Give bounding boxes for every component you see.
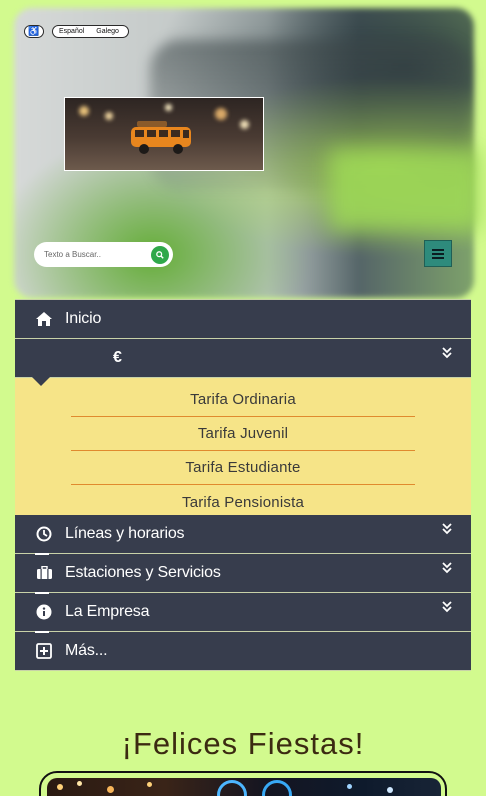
nav-item-label: Más... [65, 642, 108, 659]
hamburger-icon [432, 252, 444, 255]
hero-header: ♿ Español Galego [0, 0, 486, 300]
site-logo[interactable] [64, 97, 264, 171]
banner-frame[interactable] [39, 771, 447, 796]
hamburger-icon [432, 248, 444, 251]
plus-square-icon [35, 642, 53, 660]
submenu-item-tarifa-juvenil[interactable]: Tarifa Juvenil [71, 417, 415, 451]
light-ring [262, 780, 292, 796]
banner-title: ¡Felices Fiestas! [121, 726, 365, 761]
nav-item-tick [35, 553, 49, 555]
home-icon [35, 310, 53, 328]
light-ring [217, 780, 247, 796]
nav-item-label: Líneas y horarios [65, 525, 185, 542]
nav-item-label: Inicio [65, 310, 102, 327]
light-dot [147, 782, 152, 787]
nav-item-lineas-horarios[interactable]: Líneas y horarios [15, 515, 471, 554]
double-chevron-down-icon [442, 523, 452, 535]
hero-green-blur [330, 150, 480, 230]
hamburger-menu-button[interactable] [424, 240, 452, 267]
nav-item-la-empresa[interactable]: La Empresa [15, 592, 471, 632]
nav-item-mas[interactable]: Más... [15, 631, 471, 671]
nav-item-tick [35, 631, 49, 633]
main-navigation: Inicio € Tarifa Ordinaria Tarifa Juvenil… [15, 299, 471, 671]
info-icon [35, 603, 53, 621]
nav-item-label: Estaciones y Servicios [65, 564, 221, 581]
nav-item-estaciones-servicios[interactable]: Estaciones y Servicios [15, 553, 471, 593]
briefcase-icon [35, 564, 53, 582]
euro-icon: € [113, 349, 122, 366]
tarifas-submenu: Tarifa Ordinaria Tarifa Juvenil Tarifa E… [15, 378, 471, 515]
search-bar [34, 242, 173, 267]
nav-item-tick [35, 592, 49, 594]
accessibility-button[interactable]: ♿ [24, 25, 44, 38]
wheelchair-icon: ♿ [28, 26, 40, 36]
double-chevron-down-icon [442, 562, 452, 574]
submenu-item-tarifa-ordinaria[interactable]: Tarifa Ordinaria [71, 383, 415, 417]
search-button[interactable] [151, 246, 169, 264]
language-selector: Español Galego [52, 25, 129, 38]
submenu-item-tarifa-pensionista[interactable]: Tarifa Pensionista [71, 485, 415, 519]
search-icon [156, 251, 164, 259]
light-dot [57, 784, 63, 790]
light-dot [347, 784, 352, 789]
nav-item-label: La Empresa [65, 603, 150, 620]
light-dot [387, 787, 393, 793]
nav-item-inicio[interactable]: Inicio [15, 299, 471, 339]
festive-banner-image [47, 778, 441, 796]
double-chevron-down-icon [442, 347, 452, 359]
hamburger-icon [432, 256, 444, 259]
double-chevron-down-icon [442, 601, 452, 613]
clock-icon [35, 525, 53, 543]
submenu-item-tarifa-estudiante[interactable]: Tarifa Estudiante [71, 451, 415, 485]
dropdown-caret [32, 377, 50, 386]
light-dot [107, 786, 114, 793]
search-input[interactable] [44, 250, 144, 259]
language-es[interactable]: Español [59, 28, 84, 35]
nav-item-tarifas[interactable]: € [15, 339, 471, 386]
light-dot [77, 781, 82, 786]
language-gl[interactable]: Galego [96, 28, 119, 35]
toy-bus-icon [131, 121, 191, 154]
